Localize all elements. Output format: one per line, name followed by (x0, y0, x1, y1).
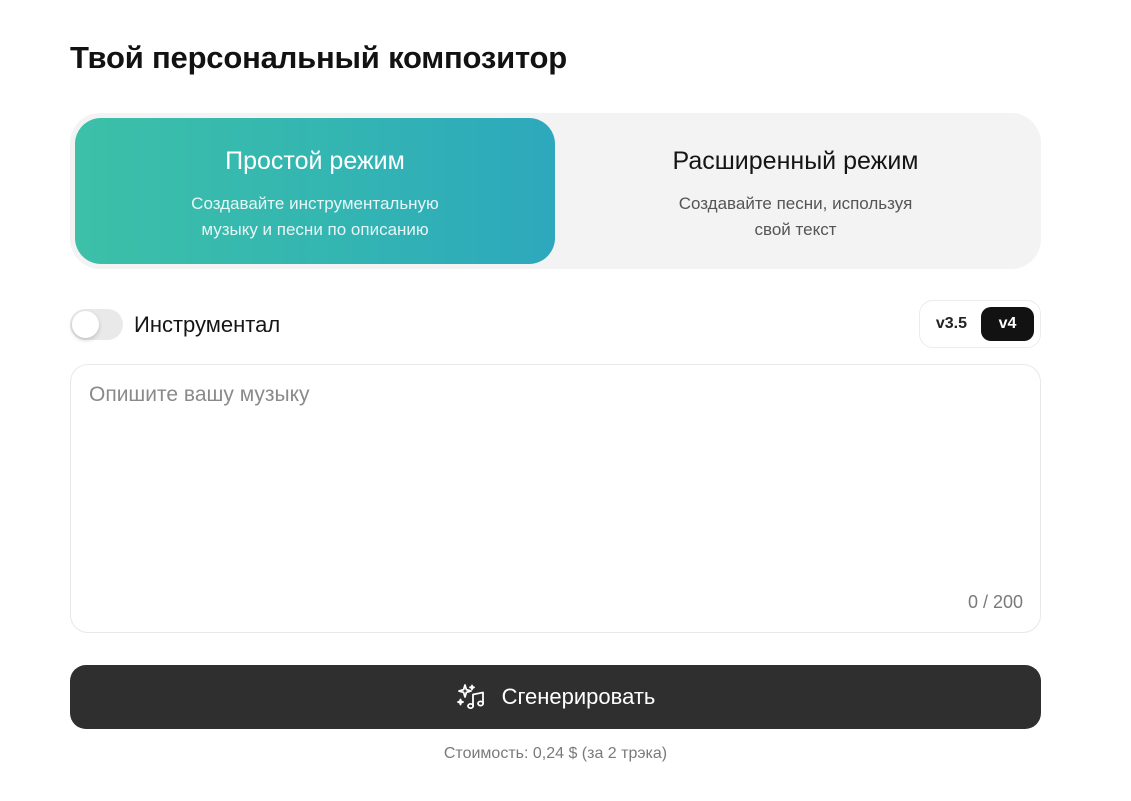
generate-button-label: Сгенерировать (501, 684, 656, 709)
mode-simple-description-line1: Создавайте инструментальную (191, 194, 439, 213)
options-row: Инструментал v3.5 v4 (70, 300, 1041, 348)
mode-advanced-description: Создавайте песни, используя свой текст (555, 191, 1036, 243)
sparkle-music-icon (456, 684, 484, 709)
mode-advanced-description-line1: Создавайте песни, используя (678, 194, 913, 213)
mode-simple-description-line2: музыку и песни по описанию (201, 220, 429, 239)
mode-advanced-description-line2: свой текст (754, 220, 837, 239)
generate-button[interactable]: Сгенерировать (70, 665, 1041, 729)
mode-simple-description: Создавайте инструментальную музыку и пес… (75, 191, 555, 243)
cost-info: Стоимость: 0,24 $ (за 2 трэка) (443, 745, 668, 762)
page-title: Твой персональный композитор (70, 40, 567, 75)
music-description-box: 0 / 200 (70, 364, 1041, 633)
mode-advanced-title: Расширенный режим (672, 147, 919, 175)
mode-simple-title: Простой режим (225, 147, 405, 175)
mode-simple[interactable]: Простой режим Создавайте инструментальну… (75, 118, 555, 264)
composer-page: Твой персональный композитор Простой реж… (0, 0, 1131, 801)
mode-advanced[interactable]: Расширенный режим Создавайте песни, испо… (555, 118, 1036, 264)
instrumental-toggle-label: Инструментал (134, 312, 281, 337)
music-description-input[interactable] (89, 383, 1019, 583)
version-option-v3-5[interactable]: v3.5 (926, 307, 977, 341)
version-switch: v3.5 v4 (918, 300, 1041, 348)
toggle-knob (72, 311, 99, 338)
version-option-v4[interactable]: v4 (981, 307, 1034, 341)
mode-selector: Простой режим Создавайте инструментальну… (70, 113, 1041, 269)
character-counter: 0 / 200 (967, 592, 1023, 612)
instrumental-toggle[interactable] (70, 309, 123, 340)
